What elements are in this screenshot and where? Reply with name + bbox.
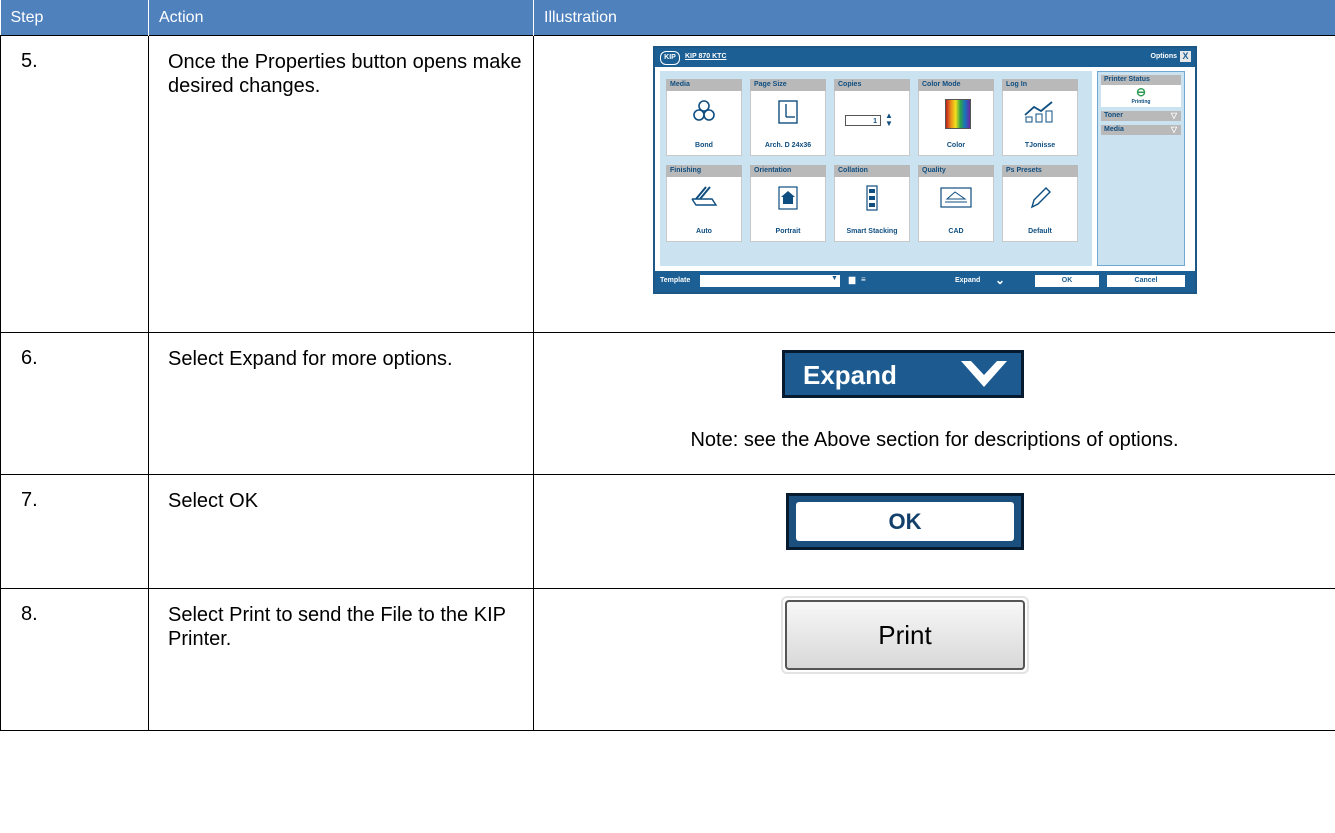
dialog-titlebar: KIP KIP 870 KTC Options X: [655, 48, 1195, 67]
header-step: Step: [0, 0, 149, 36]
tile-header: Page Size: [750, 79, 826, 91]
house-icon: [751, 185, 825, 217]
properties-dialog: KIP KIP 870 KTC Options X Media Bond Pag…: [653, 46, 1197, 294]
tile-quality[interactable]: Quality CAD: [918, 165, 994, 245]
template-label: Template: [660, 277, 691, 284]
tile-media[interactable]: Media Bond: [666, 79, 742, 159]
tile-label: Bond: [695, 142, 713, 149]
kip-logo: KIP: [660, 51, 680, 65]
tile-collation[interactable]: Collation Smart Stacking: [834, 165, 910, 245]
table-row: 6. Select Expand for more options. Expan…: [0, 332, 1335, 475]
tile-label: Color: [946, 142, 966, 149]
ok-button-frame[interactable]: OK: [786, 493, 1024, 550]
tile-label: CAD: [948, 228, 964, 235]
tile-label: Smart Stacking: [846, 228, 898, 235]
header-illustration: Illustration: [533, 0, 1335, 36]
expand-button[interactable]: Expand: [782, 350, 1024, 398]
dropdown-arrow-icon[interactable]: ▼: [831, 275, 838, 282]
note-text: Note: see the Above section for descript…: [690, 429, 1179, 451]
template-select[interactable]: [700, 275, 840, 287]
options-label: Options: [1150, 53, 1177, 60]
dialog-footer: Template ▼ ▆ ≡ Expand ⌄ OK Cancel: [655, 271, 1195, 292]
finishing-icon: [667, 185, 741, 217]
chevron-down-icon: ▽: [1170, 111, 1177, 120]
tile-login[interactable]: Log In TJonisse: [1002, 79, 1078, 159]
chevron-down-icon[interactable]: ⌄: [995, 273, 1005, 287]
status-state: Printing: [1131, 99, 1151, 105]
color-mode-icon: [945, 99, 971, 129]
close-button[interactable]: X: [1180, 51, 1191, 62]
printing-icon: ⊖: [1135, 85, 1147, 99]
chevron-down-icon: ▽: [1170, 125, 1177, 134]
tile-header: Quality: [918, 165, 994, 177]
copies-input[interactable]: 1: [845, 115, 881, 126]
step-number: 6.: [0, 332, 149, 475]
tile-page-size[interactable]: Page Size Arch. D 24x36: [750, 79, 826, 159]
illustration-cell: Expand Note: see the Above section for d…: [533, 332, 1335, 475]
table-row: 5. Once the Properties button opens make…: [0, 35, 1335, 333]
illustration-cell: OK: [533, 474, 1335, 589]
tile-orientation[interactable]: Orientation Portrait: [750, 165, 826, 245]
ok-button[interactable]: OK: [1035, 275, 1099, 287]
tile-header: Log In: [1002, 79, 1078, 91]
printer-link[interactable]: KIP 870 KTC: [685, 53, 727, 60]
table-row: 8. Select Print to send the File to the …: [0, 588, 1335, 731]
step-number: 7.: [0, 474, 149, 589]
step-action: Select OK: [148, 474, 534, 589]
expand-button-label: Expand: [803, 360, 897, 390]
printer-status-panel: Printer Status ⊖ Printing Toner ▽ Media …: [1097, 71, 1185, 266]
header-row: Step Action Illustration: [0, 0, 1335, 36]
print-button[interactable]: Print: [781, 596, 1029, 674]
tile-ps-presets[interactable]: Ps Presets Default: [1002, 165, 1078, 245]
save-icon[interactable]: ▆: [849, 275, 855, 284]
step-action: Select Print to send the File to the KIP…: [148, 588, 534, 731]
tile-header: Color Mode: [918, 79, 994, 91]
table-row: 7. Select OK OK: [0, 474, 1335, 589]
tile-header: Orientation: [750, 165, 826, 177]
illustration-cell: KIP KIP 870 KTC Options X Media Bond Pag…: [533, 35, 1335, 333]
tile-label: Default: [1028, 228, 1052, 235]
media-icon: [667, 99, 741, 129]
login-chart-icon: [1003, 99, 1077, 129]
chevron-down-icon: [961, 361, 1007, 387]
step-number: 8.: [0, 588, 149, 731]
copies-stepper-icon[interactable]: ▲ ▼: [885, 112, 893, 128]
tile-label: Portrait: [775, 228, 801, 235]
tile-header: Copies: [834, 79, 910, 91]
tile-header: Ps Presets: [1002, 165, 1078, 177]
step-action: Once the Properties button opens make de…: [148, 35, 534, 333]
status-box: ⊖ Printing: [1101, 85, 1181, 107]
header-action: Action: [148, 0, 534, 36]
toner-label: Toner: [1104, 112, 1123, 119]
tile-color-mode[interactable]: Color Mode Color: [918, 79, 994, 159]
delete-icon[interactable]: ≡: [861, 275, 866, 284]
tile-label: Arch. D 24x36: [764, 142, 812, 149]
tile-header: Media: [666, 79, 742, 91]
media-label: Media: [1104, 126, 1124, 133]
expand-label[interactable]: Expand: [955, 277, 980, 284]
collation-icon: [835, 185, 909, 217]
toner-row[interactable]: Toner ▽: [1101, 111, 1181, 121]
tile-finishing[interactable]: Finishing Auto: [666, 165, 742, 245]
illustration-cell: Print: [533, 588, 1335, 731]
step-number: 5.: [0, 35, 149, 333]
tile-header: Collation: [834, 165, 910, 177]
cancel-button[interactable]: Cancel: [1107, 275, 1185, 287]
media-row[interactable]: Media ▽: [1101, 125, 1181, 135]
status-title: Printer Status: [1101, 75, 1181, 85]
page-size-icon: [751, 99, 825, 131]
ok-button[interactable]: OK: [796, 502, 1014, 541]
steps-table: Step Action Illustration 5. Once the Pro…: [0, 0, 1335, 731]
quality-icon: [919, 185, 993, 215]
step-action: Select Expand for more options.: [148, 332, 534, 475]
tile-copies[interactable]: Copies 1 ▲ ▼: [834, 79, 910, 159]
options-panel: Media Bond Page Size Arch. D 24x36 Copie…: [660, 71, 1092, 266]
tile-label: Auto: [696, 228, 712, 235]
pencil-icon: [1003, 185, 1077, 217]
tile-header: Finishing: [666, 165, 742, 177]
tile-label: TJonisse: [1024, 142, 1056, 149]
